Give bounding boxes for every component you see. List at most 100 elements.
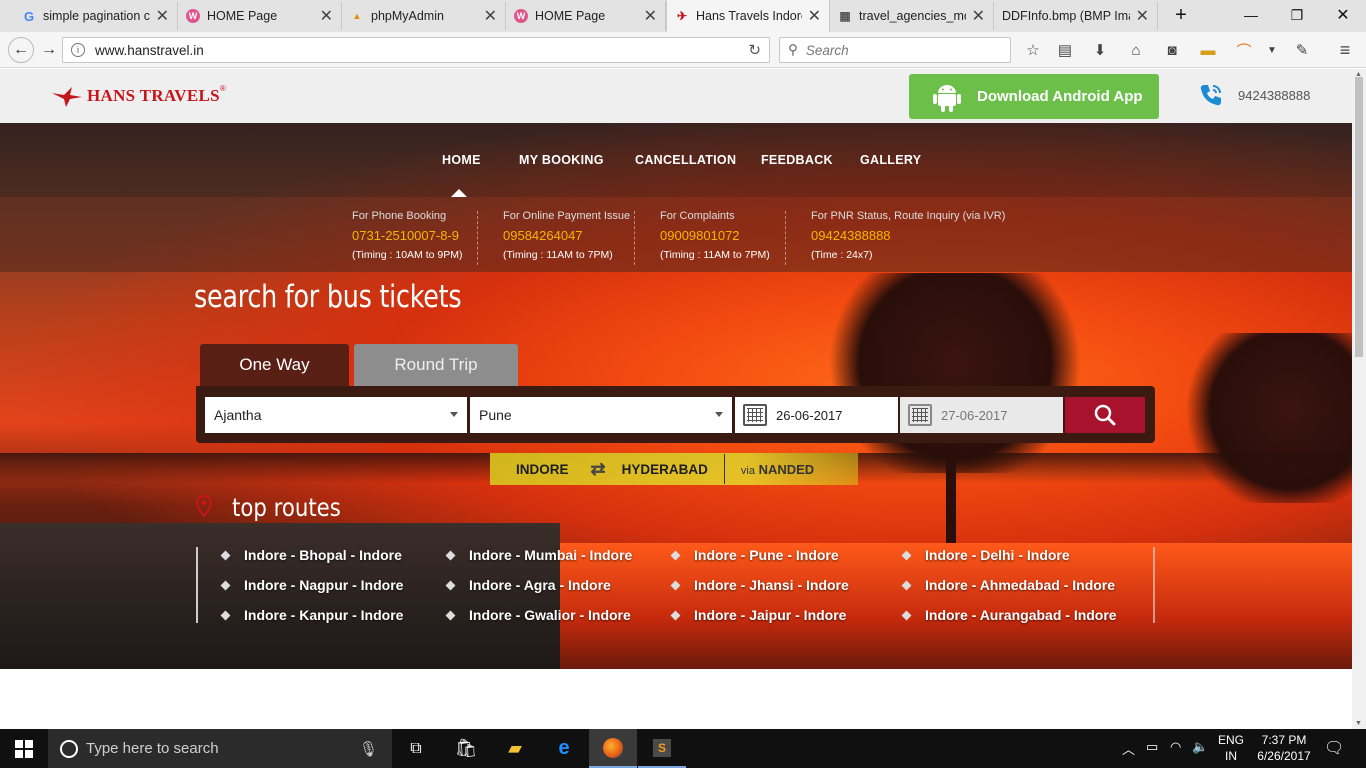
table-icon: ▦ [839,9,851,23]
wifi-icon[interactable]: ◠ [1170,739,1181,755]
close-tab-icon[interactable]: ✕ [484,6,497,26]
home-icon[interactable]: ⌂ [1125,40,1147,60]
close-tab-icon[interactable]: ✕ [972,6,985,26]
browser-tab[interactable]: W HOME Page ✕ [506,2,666,30]
minimize-icon[interactable]: — [1228,0,1274,30]
depart-date-field[interactable]: 26-06-2017 [735,397,898,433]
browser-tab[interactable]: ▲ phpMyAdmin ✕ [342,2,506,30]
close-window-icon[interactable]: ✕ [1320,0,1366,30]
nav-cancellation[interactable]: CANCELLATION [635,153,736,167]
route-link[interactable]: Indore - Delhi - Indore [901,547,1070,563]
start-button[interactable] [0,729,48,768]
contact-payment-issue: For Online Payment Issue 09584264047 (Ti… [503,210,631,261]
bookmark-star-icon[interactable]: ☆ [1022,40,1044,60]
close-tab-icon[interactable]: ✕ [644,6,657,26]
browser-tab[interactable]: ▦ travel_agencies_mo ✕ [830,2,994,30]
theme-icon[interactable]: ⌒ [1233,40,1255,60]
route-link[interactable]: Indore - Pune - Indore [670,547,839,563]
divider [634,211,635,265]
route-link[interactable]: Indore - Ahmedabad - Indore [901,577,1115,593]
diamond-bullet-icon [220,550,231,560]
menu-icon[interactable]: ≡ [1334,40,1356,60]
to-city-select[interactable]: Pune [470,397,732,433]
nav-feedback[interactable]: FEEDBACK [761,153,833,167]
edge-icon[interactable]: e [540,729,588,768]
close-tab-icon[interactable]: ✕ [808,6,821,26]
language-indicator[interactable]: ENG IN [1218,733,1244,763]
firefox-icon[interactable] [589,729,637,768]
info-icon[interactable]: i [71,43,85,57]
diamond-bullet-icon [901,610,912,620]
microphone-icon[interactable]: 🎙 [359,740,378,758]
nav-gallery[interactable]: GALLERY [860,153,921,167]
nav-home[interactable]: HOME [442,153,481,167]
address-bar[interactable]: i www.hanstravel.in ↻ [62,37,770,63]
reload-icon[interactable]: ↻ [748,41,761,59]
close-tab-icon[interactable]: ✕ [320,6,333,26]
search-button[interactable] [1065,397,1145,433]
route-link[interactable]: Indore - Kanpur - Indore [220,607,403,623]
tool-icon[interactable]: ✎ [1291,40,1313,60]
scrollbar-thumb[interactable] [1355,77,1363,357]
diamond-bullet-icon [445,580,456,590]
sublime-icon[interactable]: S [638,729,686,768]
screenshot-icon[interactable]: ▬ [1197,40,1219,60]
diamond-bullet-icon [220,580,231,590]
download-android-app-button[interactable]: Download Android App [909,74,1159,119]
taskbar-search-input[interactable]: Type here to search 🎙 [48,729,392,768]
browser-tab[interactable]: G simple pagination c ✕ [14,2,178,30]
browser-search-input[interactable]: ⚲ Search [779,37,1011,63]
site-header: HANS TRAVELS ® Download Android App 9424… [0,69,1352,123]
contact-strip: For Phone Booking 0731-2510007-8-9 (Timi… [0,197,1352,272]
restore-icon[interactable]: ❐ [1274,0,1320,30]
from-city-select[interactable]: Ajantha [205,397,467,433]
new-tab-icon[interactable]: + [1158,0,1204,30]
browser-tab-active[interactable]: ✈ Hans Travels Indore ✕ [666,0,830,32]
hans-icon: ✈ [676,9,688,23]
diamond-bullet-icon [220,610,231,620]
notifications-icon[interactable]: 🗨 [1324,738,1344,758]
dropdown-caret-icon [715,412,723,417]
file-explorer-icon[interactable]: ▰ [491,729,539,768]
back-icon[interactable]: ← [8,37,34,63]
close-tab-icon[interactable]: ✕ [156,6,169,26]
route-link[interactable]: Indore - Agra - Indore [445,577,611,593]
battery-icon[interactable]: ▭ [1146,739,1158,755]
dropdown-caret-icon [450,412,458,417]
forward-icon[interactable]: → [36,37,62,63]
route-link[interactable]: Indore - Mumbai - Indore [445,547,632,563]
chevron-down-icon[interactable]: ▼ [1261,40,1283,60]
scroll-down-icon[interactable]: ▼ [1355,720,1362,727]
logo[interactable]: HANS TRAVELS ® [50,81,226,111]
search-title: search for bus tickets [194,279,462,315]
browser-tab[interactable]: DDFInfo.bmp (BMP Ima ✕ [994,2,1158,30]
browser-tab[interactable]: W HOME Page ✕ [178,2,342,30]
route-link[interactable]: Indore - Nagpur - Indore [220,577,403,593]
map-pin-icon [196,495,212,517]
download-icon[interactable]: ⬇ [1089,40,1111,60]
tray-chevron-icon[interactable]: ︿ [1122,739,1135,758]
volume-icon[interactable]: 🔈 [1192,739,1208,755]
store-icon[interactable]: 🛍 [442,729,490,768]
route-link[interactable]: Indore - Jaipur - Indore [670,607,846,623]
clock[interactable]: 7:37 PM 6/26/2017 [1254,733,1314,763]
route-link[interactable]: Indore - Aurangabad - Indore [901,607,1117,623]
header-phone[interactable]: 9424388888 [1198,82,1310,108]
contact-complaints: For Complaints 09009801072 (Timing : 11A… [660,210,770,261]
contact-pnr-status: For PNR Status, Route Inquiry (via IVR) … [811,210,1006,261]
route-link[interactable]: Indore - Bhopal - Indore [220,547,402,563]
close-tab-icon[interactable]: ✕ [1136,6,1149,26]
nav-my-booking[interactable]: MY BOOKING [519,153,604,167]
pocket-icon[interactable]: ◙ [1161,40,1183,60]
android-icon [933,84,961,112]
page-scrollbar[interactable]: ▲ ▼ [1352,69,1366,729]
route-link[interactable]: Indore - Gwalior - Indore [445,607,631,623]
tab-one-way[interactable]: One Way [200,344,349,386]
reading-list-icon[interactable]: ▤ [1054,40,1076,60]
tab-round-trip[interactable]: Round Trip [354,344,518,386]
site-icon: W [186,9,200,23]
task-view-icon[interactable]: ⧉ [392,729,440,768]
promo-route-banner[interactable]: INDORE ⇄ HYDERABAD via NANDED [490,453,858,485]
return-date-field[interactable]: 27-06-2017 [900,397,1063,433]
route-link[interactable]: Indore - Jhansi - Indore [670,577,849,593]
